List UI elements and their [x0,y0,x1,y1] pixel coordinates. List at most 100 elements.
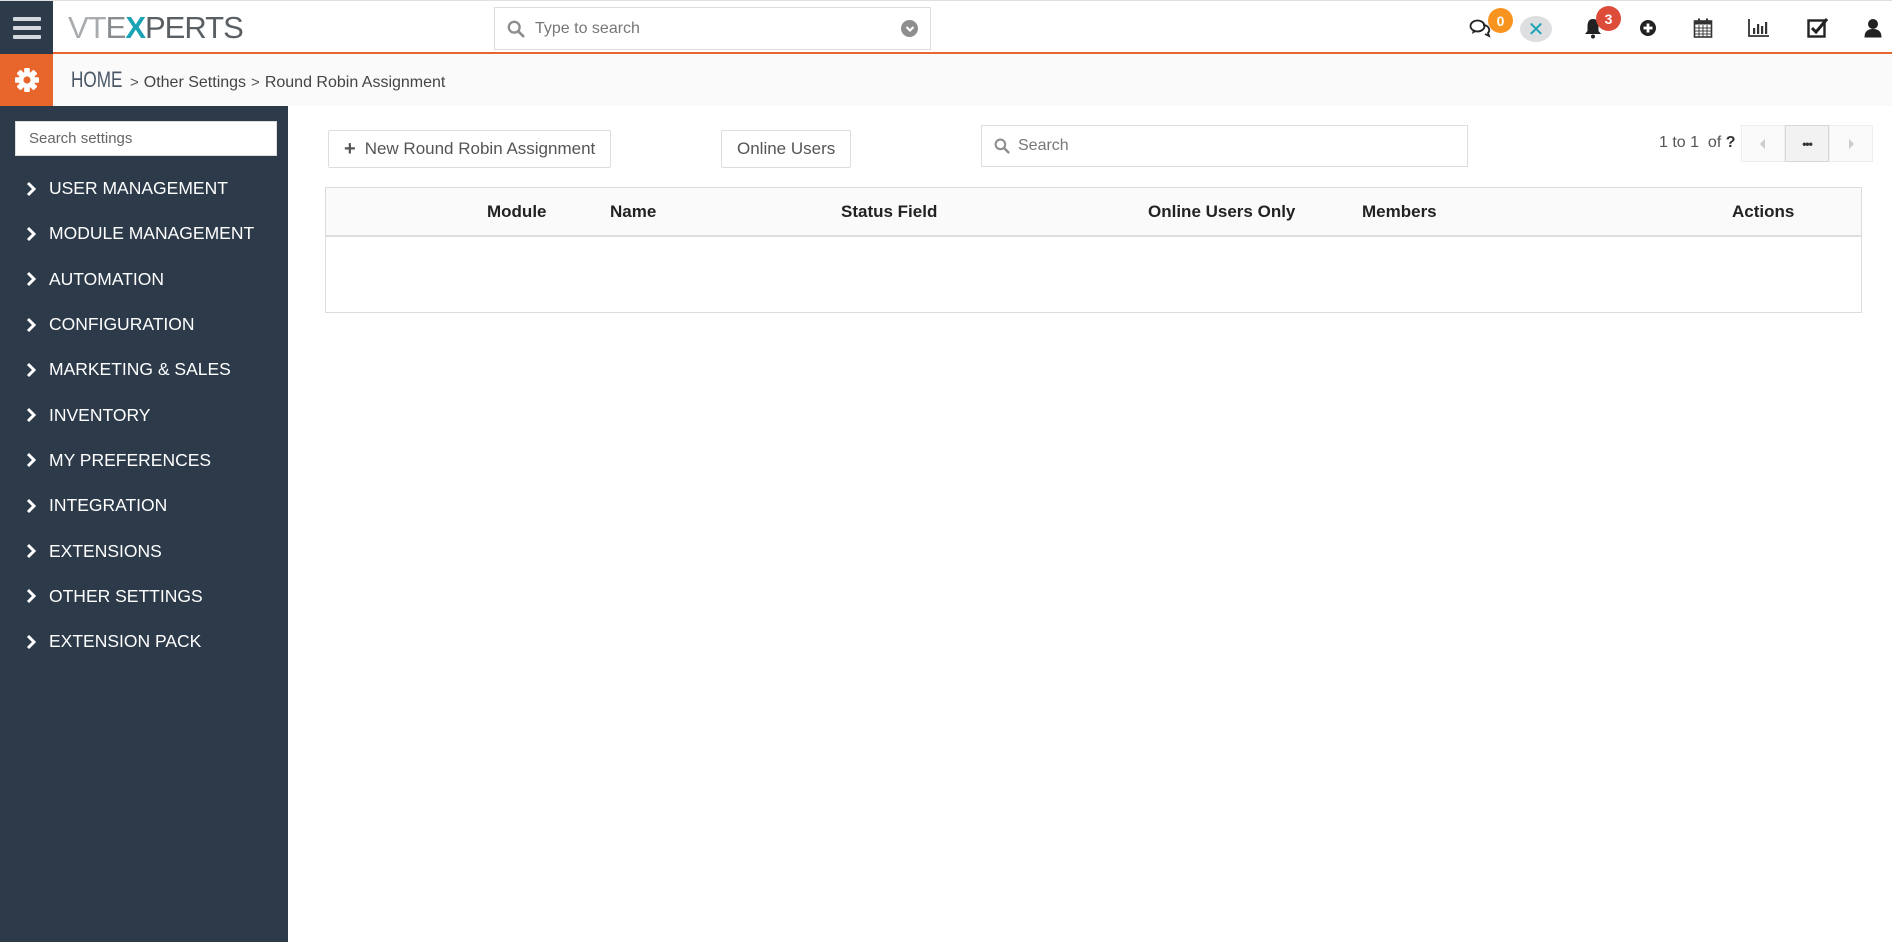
chevron-right-icon [26,408,37,423]
checkbox-icon [1807,18,1829,38]
menu-icon-bar [12,25,41,30]
sidebar-item-other-settings[interactable]: OTHER SETTINGS [0,574,288,619]
quick-create-button[interactable] [1636,16,1660,40]
sidebar-item-label: INTEGRATION [49,495,168,516]
user-menu-button[interactable] [1861,16,1885,40]
column-actions: Actions [1732,202,1795,221]
list-search [981,125,1468,167]
page-of-label: of [1707,134,1722,151]
user-icon [1864,19,1882,38]
logo-text: PERTS [145,10,244,45]
online-users-button[interactable]: Online Users [721,130,852,168]
chevron-right-icon [26,272,37,287]
breadcrumb: HOME > Other Settings > Round Robin Assi… [71,67,445,93]
menu-icon-bar [12,34,41,39]
top-navbar: VTEXPERTS 0 ✕ 3 [0,0,1892,54]
sidebar-item-label: MY PREFERENCES [49,449,212,470]
sidebar-item-label: EXTENSIONS [49,540,162,561]
next-page-button[interactable] [1829,125,1873,162]
column-name[interactable]: Name [610,202,656,222]
chevron-right-icon [26,181,37,196]
pagination-controls: ••• [1741,125,1873,162]
column-module[interactable]: Module [487,202,547,222]
reports-button[interactable] [1747,16,1771,40]
caret-left-icon [1760,138,1765,149]
vtexperts-x-button[interactable]: ✕ [1520,16,1552,42]
settings-button[interactable] [0,54,53,106]
calendar-icon [1693,18,1713,38]
sidebar-item-label: OTHER SETTINGS [49,585,203,606]
menu-icon [12,16,41,21]
global-search [494,7,931,50]
plus-icon: + [344,138,356,160]
breadcrumb-separator: > [251,74,260,91]
online-users-label: Online Users [737,139,836,158]
chevron-right-icon [26,634,37,649]
breadcrumb-current: Round Robin Assignment [264,74,446,91]
sidebar-item-extensions[interactable]: EXTENSIONS [0,528,288,573]
chevron-down-icon [905,25,914,32]
sidebar-item-module-management[interactable]: MODULE MANAGEMENT [0,211,288,256]
sidebar-item-my-preferences[interactable]: MY PREFERENCES [0,438,288,483]
sidebar-item-label: AUTOMATION [49,268,165,289]
sidebar-item-label: MODULE MANAGEMENT [49,223,255,244]
breadcrumb-home[interactable]: HOME [71,67,122,93]
column-status-field[interactable]: Status Field [841,202,937,222]
search-icon [994,138,1010,154]
page-jump-button[interactable]: ••• [1785,125,1829,162]
new-button-label: New Round Robin Assignment [364,139,596,158]
sidebar-item-extension-pack[interactable]: EXTENSION PACK [0,619,288,664]
new-round-robin-assignment-button[interactable]: + New Round Robin Assignment [328,130,612,168]
breadcrumb-other-settings[interactable]: Other Settings [144,74,246,92]
breadcrumb-separator: > [130,74,139,91]
vtexperts-logo[interactable]: VTEXPERTS [68,10,244,46]
sidebar-item-label: INVENTORY [49,404,151,425]
caret-right-icon [1849,138,1854,149]
previous-page-button[interactable] [1741,125,1785,162]
sidebar-item-label: CONFIGURATION [49,314,195,335]
chat-badge: 0 [1488,8,1513,33]
chevron-right-icon [26,317,37,332]
table-header: Module Name Status Field Online Users On… [326,188,1861,237]
breadcrumb-bar: HOME > Other Settings > Round Robin Assi… [0,54,1892,106]
sidebar-item-marketing-sales[interactable]: MARKETING & SALES [0,347,288,392]
search-options-dropdown[interactable] [901,20,918,37]
global-search-input[interactable] [535,19,901,38]
chevron-right-icon [26,589,37,604]
tasks-button[interactable] [1806,16,1830,40]
menu-toggle-button[interactable] [0,1,53,54]
logo-text: VT [68,10,107,45]
sidebar-item-label: EXTENSION PACK [49,631,202,652]
settings-search-input[interactable] [29,130,263,147]
chevron-right-icon [26,362,37,377]
calendar-button[interactable] [1691,16,1715,40]
settings-menu: USER MANAGEMENT MODULE MANAGEMENT AUTOMA… [0,166,288,664]
chevron-right-icon [26,453,37,468]
vtexperts-x-icon: ✕ [1527,18,1545,41]
sidebar-item-label: USER MANAGEMENT [49,178,228,199]
more-icon: ••• [1802,136,1813,151]
gear-icon [14,68,39,92]
column-online-users-only[interactable]: Online Users Only [1148,202,1295,222]
sidebar-item-label: MARKETING & SALES [49,359,231,380]
pagination-info: 1 to 1 of ? [1659,134,1736,152]
chevron-right-icon [26,498,37,513]
sidebar-item-configuration[interactable]: CONFIGURATION [0,302,288,347]
sidebar-item-user-management[interactable]: USER MANAGEMENT [0,166,288,211]
round-robin-table: Module Name Status Field Online Users On… [325,187,1862,313]
logo-text: E [105,10,127,45]
sidebar-item-integration[interactable]: INTEGRATION [0,483,288,528]
sidebar-item-inventory[interactable]: INVENTORY [0,392,288,437]
logo-x: X [125,10,146,45]
page-range: 1 to 1 [1659,134,1700,151]
chevron-right-icon [26,543,37,559]
column-members[interactable]: Members [1362,202,1437,222]
settings-sidebar: USER MANAGEMENT MODULE MANAGEMENT AUTOMA… [0,106,288,942]
page-total: ? [1725,134,1736,151]
list-search-input[interactable] [1018,137,1455,155]
sidebar-item-automation[interactable]: AUTOMATION [0,257,288,302]
plus-circle-icon [1640,20,1656,36]
chevron-right-icon [26,226,37,241]
notification-badge: 3 [1596,6,1621,31]
chart-icon [1748,19,1769,37]
